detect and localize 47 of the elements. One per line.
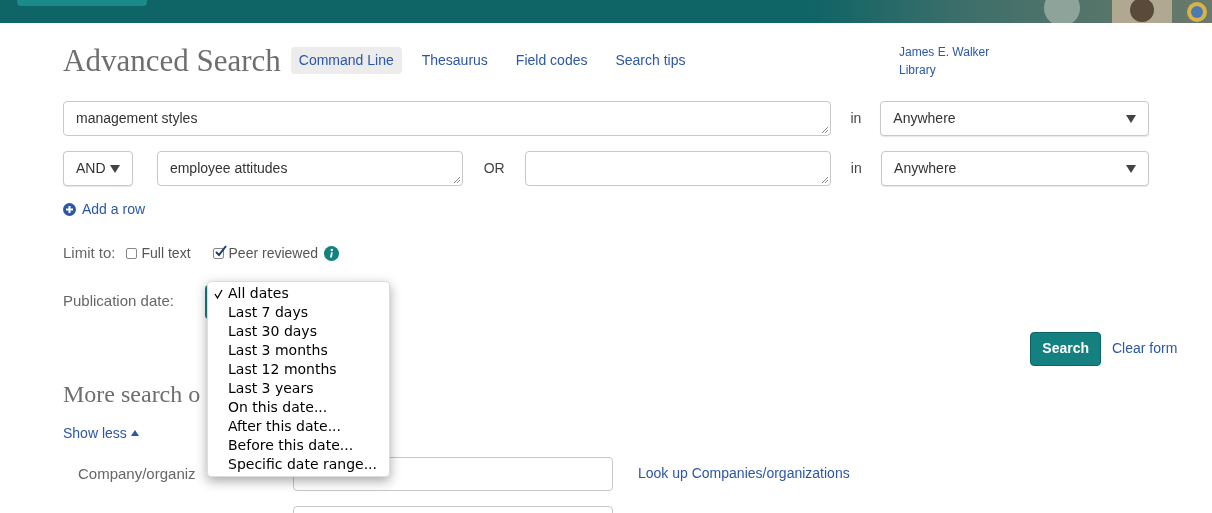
resize-grip-icon[interactable] [821,176,829,183]
caret-icon [130,430,139,436]
checkbox[interactable] [125,247,137,259]
info-icon[interactable] [324,245,340,261]
menu-item[interactable]: After this date... [208,417,389,436]
show-less-link[interactable]: Show less [63,422,139,444]
nav-tab[interactable]: Thesaurus [413,47,496,74]
in-label: in [849,159,863,178]
search-field[interactable]: management styles [63,101,832,136]
nav-tab[interactable]: Field codes [507,47,596,74]
menu-item[interactable]: Last 7 days [208,303,389,322]
caret-icon [1126,164,1136,173]
resize-grip-icon[interactable] [821,126,829,133]
clear-form-link[interactable]: Clear form [1112,338,1178,359]
publication-date-label: Publication date: [63,291,175,312]
library-name: James E. Walker Library [899,44,991,79]
limit-label: Limit to: [63,243,116,263]
menu-item[interactable]: On this date... [208,398,389,417]
field-label: Company/organiz [78,464,196,482]
or-label: OR [482,159,506,178]
menu-item[interactable]: Specific date range... [208,455,389,474]
resize-grip-icon[interactable] [453,176,461,183]
operator-select[interactable]: AND [63,151,133,186]
in-label: in [849,109,863,128]
menu-item[interactable]: Last 30 days [208,322,389,341]
nav-tab[interactable]: Command Line [290,47,402,74]
nav-tab[interactable]: Search tips [607,47,694,74]
menu-item[interactable]: Last 12 months [208,360,389,379]
checkbox[interactable] [212,247,224,259]
add-row-link[interactable]: Add a row [63,199,1149,220]
menu-item[interactable]: Before this date... [208,436,389,455]
field-select[interactable]: Anywhere [881,151,1149,186]
menu-item[interactable]: Last 3 months [208,341,389,360]
search-button[interactable]: Search [1030,331,1101,366]
field-select[interactable]: Anywhere [880,101,1149,136]
search-field[interactable]: employee attitudes [156,151,464,186]
page-title: Advanced Search [63,43,281,79]
checkbox-label: Full text [141,243,191,263]
search-field[interactable] [525,151,832,186]
lookup-link[interactable]: Look up Companies/organizations [638,463,850,484]
section-title: More search o [63,379,201,409]
plus-icon [63,203,76,216]
checkbox-label: Peer reviewed [228,243,319,263]
caret-icon [1126,114,1136,123]
caret-icon [110,164,120,173]
menu-item[interactable]: All dates [208,284,389,303]
menu-item[interactable]: Last 3 years [208,379,389,398]
